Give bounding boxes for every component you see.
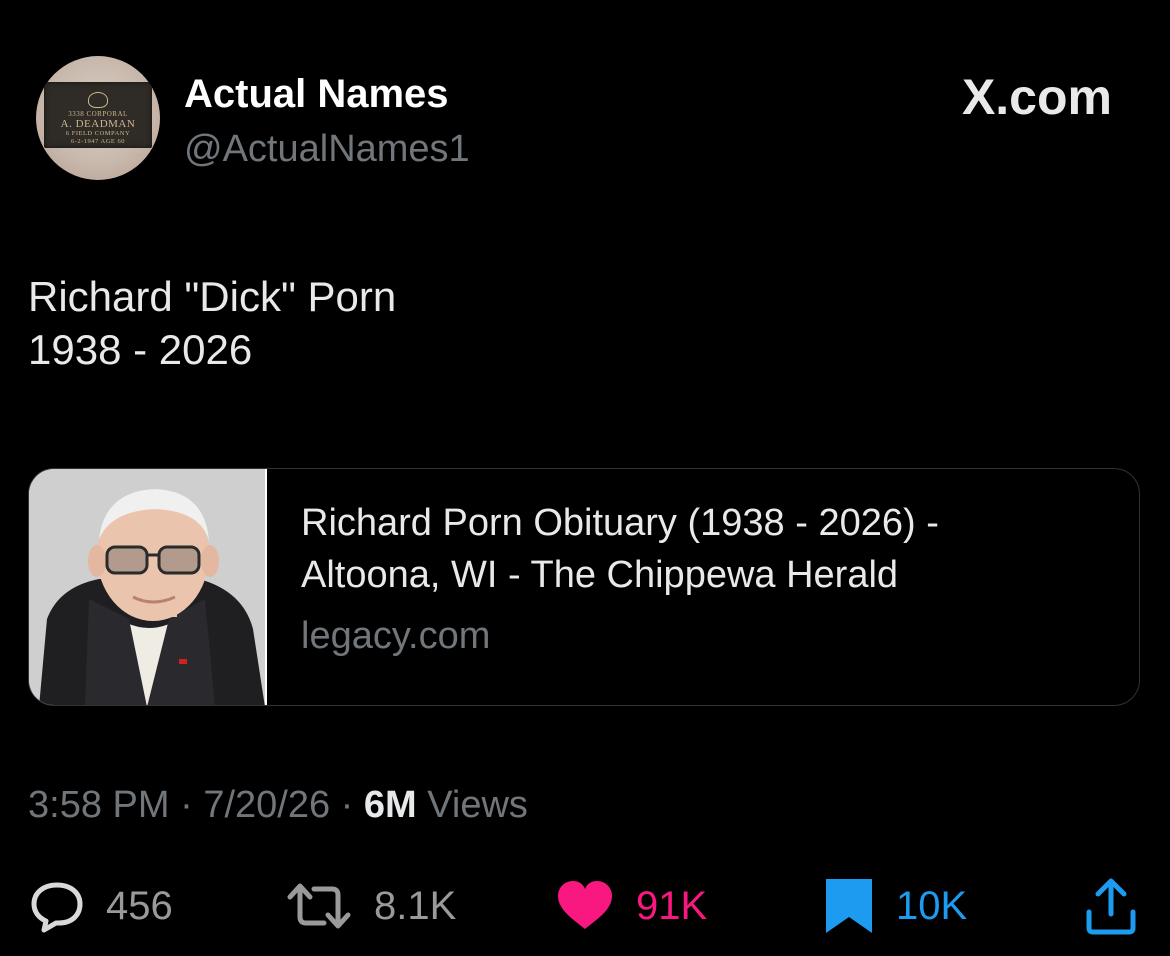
reply-button[interactable]: 456	[28, 876, 173, 936]
views-label: Views	[427, 784, 528, 826]
user-handle[interactable]: @ActualNames1	[184, 128, 470, 171]
avatar[interactable]: 3338 CORPORAL A. DEADMAN 6 FIELD COMPANY…	[36, 56, 160, 180]
tweet-text-line: 1938 - 2026	[28, 326, 253, 374]
card-body: Richard Porn Obituary (1938 - 2026) - Al…	[301, 497, 1101, 658]
card-title-line: Altoona, WI - The Chippewa Herald	[301, 554, 899, 597]
bookmark-button[interactable]: 10K	[822, 876, 967, 936]
obituary-portrait-photo	[29, 469, 265, 705]
like-button[interactable]: 91K	[554, 876, 707, 936]
meta-separator: ·	[340, 784, 354, 826]
avatar-plaque-line: 6-2-1947 AGE 60	[70, 138, 126, 145]
bookmark-icon	[826, 879, 872, 933]
tweet-meta: 3:58 PM · 7/20/26 · 6M Views	[28, 784, 528, 827]
reply-count: 456	[106, 883, 173, 928]
heart-icon	[558, 881, 612, 929]
tweet-header: 3338 CORPORAL A. DEADMAN 6 FIELD COMPANY…	[36, 56, 1136, 186]
action-bar: 456 8.1K 91K 10K	[0, 870, 1170, 942]
tweet-text-line: Richard "Dick" Porn	[28, 273, 397, 320]
card-title[interactable]: Richard Porn Obituary (1938 - 2026) - Al…	[301, 497, 1101, 601]
crest-icon	[88, 92, 108, 108]
reply-icon	[31, 882, 83, 933]
repost-button[interactable]: 8.1K	[284, 876, 456, 936]
repost-icon	[287, 883, 351, 929]
meta-separator: ·	[180, 784, 193, 826]
card-domain: legacy.com	[301, 615, 491, 658]
avatar-plaque-line: 6 FIELD COMPANY	[65, 130, 131, 137]
bookmark-count: 10K	[896, 883, 968, 928]
card-thumbnail	[29, 469, 265, 705]
avatar-plaque-line: A. DEADMAN	[60, 118, 136, 130]
share-button[interactable]	[1084, 876, 1138, 936]
display-name[interactable]: Actual Names	[184, 72, 449, 117]
share-icon	[1086, 878, 1136, 935]
timestamp-date[interactable]: 7/20/26	[203, 784, 330, 826]
card-title-line: Richard Porn Obituary (1938 - 2026) -	[301, 502, 939, 544]
memorial-plaque-avatar: 3338 CORPORAL A. DEADMAN 6 FIELD COMPANY…	[44, 82, 152, 148]
thumbnail-divider	[265, 469, 267, 705]
views-count: 6M	[363, 784, 417, 826]
tweet-text: Richard "Dick" Porn 1938 - 2026	[28, 270, 396, 377]
timestamp-time[interactable]: 3:58 PM	[28, 784, 170, 826]
avatar-plaque-line: 3338 CORPORAL	[68, 110, 128, 118]
link-preview-card[interactable]: Richard Porn Obituary (1938 - 2026) - Al…	[28, 468, 1140, 706]
repost-count: 8.1K	[374, 883, 457, 928]
like-count: 91K	[636, 883, 708, 928]
brand-logo: X.com	[961, 69, 1112, 125]
